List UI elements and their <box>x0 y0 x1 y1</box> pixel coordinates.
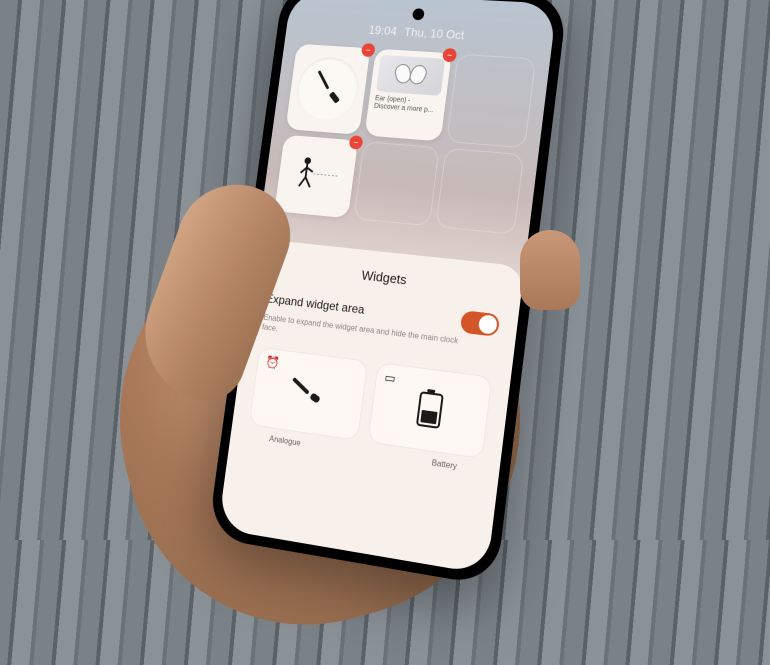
status-time: 19:04 <box>368 23 398 38</box>
analogue-label: Analogue <box>269 434 302 448</box>
empty-widget-slot[interactable] <box>435 148 524 235</box>
remove-widget-button[interactable]: − <box>361 43 376 57</box>
status-date: Thu, 10 Oct <box>403 25 465 42</box>
alarm-icon: ⏰ <box>265 354 281 369</box>
analogue-clock-icon <box>285 369 332 418</box>
expand-widget-label: Expand widget area <box>265 291 365 316</box>
empty-widget-slot[interactable] <box>353 141 439 226</box>
analogue-preview[interactable]: ⏰ <box>249 347 369 441</box>
battery-small-icon: ▭ <box>384 370 397 385</box>
battery-preview[interactable]: ▭ <box>367 362 492 459</box>
walking-figure-icon <box>290 152 342 199</box>
finger <box>520 230 580 310</box>
remove-widget-button[interactable]: − <box>349 135 364 150</box>
empty-widget-slot[interactable] <box>446 54 536 149</box>
battery-label: Battery <box>431 458 457 471</box>
battery-level-icon <box>415 391 443 429</box>
expand-widget-toggle[interactable] <box>460 310 501 337</box>
pedometer-widget[interactable]: − <box>274 135 358 219</box>
analogue-clock-icon <box>293 55 362 122</box>
earbuds-icon <box>376 55 445 96</box>
lockscreen-widget-grid[interactable]: − − Ear (open) - Discover a more p... − <box>261 37 551 242</box>
remove-widget-button[interactable]: − <box>442 48 457 62</box>
ear-widget[interactable]: − Ear (open) - Discover a more p... <box>364 49 451 142</box>
clock-widget[interactable]: − <box>285 44 370 135</box>
